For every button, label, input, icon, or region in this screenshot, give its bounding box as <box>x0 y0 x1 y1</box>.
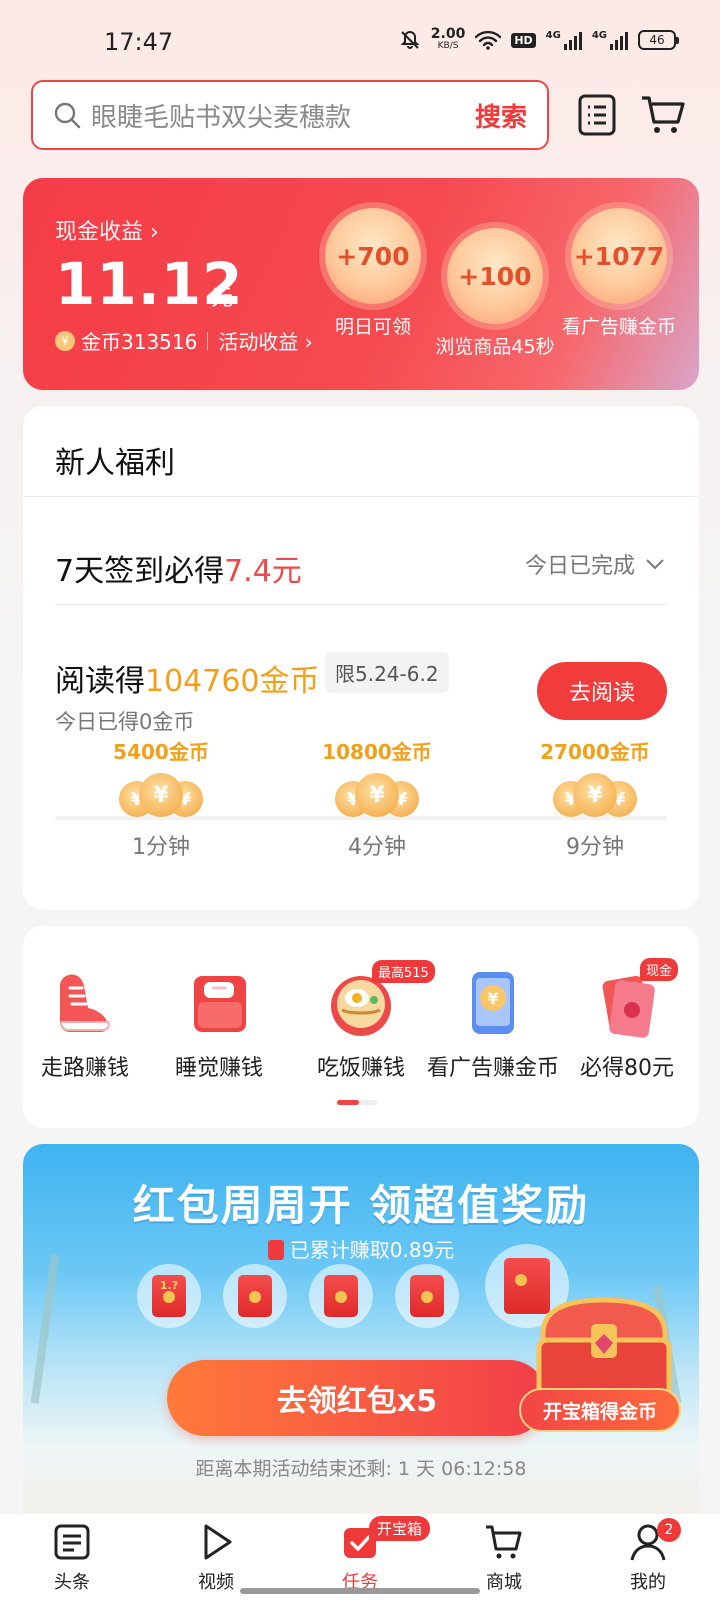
cart-icon <box>486 1525 522 1559</box>
cash-unit: 元 <box>211 286 234 311</box>
reward-label: 明日可领 <box>334 316 411 338</box>
search-placeholder: 眼睫毛贴书双尖麦穗款 <box>91 102 352 133</box>
read-task-title: 阅读得104760金币 <box>55 664 320 699</box>
red-envelope-icon <box>267 1240 284 1260</box>
claim-red-packet-button[interactable]: 去领红包x5 <box>167 1360 547 1436</box>
divider <box>55 604 667 605</box>
coin-stack-icon: ¥ ¥ ¥ <box>335 773 419 823</box>
go-read-button[interactable]: 去阅读 <box>537 662 667 720</box>
signal-1-icon: 4G <box>546 30 582 50</box>
cash-earnings-label[interactable]: 现金收益 › <box>55 214 159 246</box>
reward-bubble[interactable]: +100 <box>447 228 543 324</box>
limit-badge: 限5.24-6.2 <box>325 652 449 693</box>
banner-title: 红包周周开 领超值奖励 <box>132 1181 590 1230</box>
milestone-coins: 10800金币 <box>322 740 432 764</box>
read-today: 今日已得0金币 <box>55 710 195 734</box>
divider <box>23 496 699 497</box>
search-button[interactable]: 搜索 <box>475 97 527 134</box>
nav-news[interactable]: 头条 <box>17 1522 127 1594</box>
coin-icon: ¥ <box>55 330 75 351</box>
task-label: 睡觉赚钱 <box>174 1056 263 1081</box>
nav-video[interactable]: 视频 <box>161 1522 271 1594</box>
red-envelope-slot[interactable] <box>395 1264 459 1328</box>
list-icon[interactable] <box>578 94 616 136</box>
task-label: 看广告赚金币 <box>426 1056 559 1081</box>
activity-earnings-link[interactable]: 活动收益 › <box>218 326 312 355</box>
signal-2-icon: 4G <box>592 30 628 50</box>
red-envelope-slot[interactable]: 1.? <box>137 1264 201 1328</box>
reward-label: 浏览商品45秒 <box>435 336 555 358</box>
milestone-time: 1分钟 <box>132 835 190 860</box>
search-input[interactable]: 眼睫毛贴书双尖麦穗款 搜索 <box>31 80 549 150</box>
nav-label: 我的 <box>630 1572 666 1593</box>
reward-bubble[interactable]: +700 <box>325 208 421 304</box>
earned-total: 已累计赚取0.89元 <box>23 1234 699 1263</box>
section-title: 新人福利 <box>55 446 175 481</box>
milestone-time: 9分钟 <box>566 835 624 860</box>
nav-badge: 2 <box>657 1518 681 1542</box>
task-walk[interactable]: 走路赚钱 <box>17 966 153 1082</box>
battery-icon: 46 <box>638 30 679 50</box>
milestone: 10800金币 ¥ ¥ ¥ 4分钟 <box>307 736 447 861</box>
red-envelope-slot[interactable] <box>223 1264 287 1328</box>
status-time: 17:47 <box>104 28 174 56</box>
phone-coin-icon: ¥ <box>456 966 530 1040</box>
nav-tasks[interactable]: 任务 开宝箱 <box>305 1516 431 1594</box>
reward-tomorrow[interactable]: +700 <box>325 208 421 304</box>
milestone-coins: 27000金币 <box>540 740 650 764</box>
home-indicator[interactable] <box>240 1588 480 1594</box>
bed-icon <box>182 966 256 1040</box>
task-badge: 现金 <box>640 958 679 981</box>
activity-countdown: 距离本期活动结束还剩: 1 天 06:12:58 <box>195 1458 527 1480</box>
net-speed: 2.00 KB/S <box>430 26 466 51</box>
coin-balance-row[interactable]: ¥ 金币313516 活动收益 › <box>55 326 313 355</box>
separator <box>207 331 209 350</box>
red-envelope-icon: 现金 <box>590 958 679 1040</box>
status-icons: 2.00 KB/S HD 4G 4G 46 <box>399 26 679 52</box>
palm-tree-decoration <box>30 1254 60 1404</box>
reward-browse[interactable]: +100 <box>447 228 543 324</box>
shoe-icon <box>48 966 122 1040</box>
coin-stack-icon: ¥ ¥ ¥ <box>553 773 637 823</box>
cash-earnings-card[interactable]: 现金收益 › 11.12 元 ¥ 金币313516 活动收益 › +700 明日… <box>23 178 699 390</box>
reward-label: 看广告赚金币 <box>561 316 676 338</box>
svg-text:¥: ¥ <box>487 989 498 1008</box>
task-label: 走路赚钱 <box>40 1056 129 1081</box>
signin-status[interactable]: 今日已完成 <box>525 548 665 580</box>
earn-tasks-card: 走路赚钱 睡觉赚钱 最高515 吃饭赚钱 ¥ 看广告赚金币 现金 必得80元 <box>23 926 699 1128</box>
task-label: 必得80元 <box>580 1056 674 1081</box>
cart-icon[interactable] <box>640 94 686 136</box>
coin-balance: 金币313516 <box>81 330 198 354</box>
milestone: 5400金币 ¥ ¥ ¥ 1分钟 <box>91 736 231 861</box>
milestone-coins: 5400金币 <box>113 740 209 764</box>
milestone-time: 4分钟 <box>348 835 406 860</box>
chevron-down-icon <box>646 559 664 570</box>
task-ad[interactable]: ¥ 看广告赚金币 <box>425 966 561 1082</box>
play-icon <box>204 1524 232 1560</box>
news-icon <box>54 1524 90 1560</box>
mute-bell-icon <box>400 30 420 49</box>
reward-bubble[interactable]: +1077 <box>571 208 667 304</box>
milestone: 27000金币 ¥ ¥ ¥ 9分钟 <box>525 736 665 861</box>
coin-stack-icon: ¥ ¥ ¥ <box>119 773 203 823</box>
food-bowl-icon: 最高515 <box>324 960 435 1040</box>
task-eat[interactable]: 最高515 吃饭赚钱 <box>293 960 435 1082</box>
hd-icon: HD <box>511 32 536 48</box>
open-chest-button[interactable]: 开宝箱得金币 <box>519 1388 681 1432</box>
page-indicator <box>337 1100 377 1105</box>
red-packet-banner[interactable]: 红包周周开 领超值奖励 已累计赚取0.89元 1.? 去领红包x5 开宝箱得金币… <box>23 1144 699 1514</box>
newcomer-benefits-card: 新人福利 7天签到必得7.4元 今日已完成 阅读得104760金币 限5.24-… <box>23 406 699 910</box>
nav-me[interactable]: 我的 2 <box>593 1518 703 1594</box>
task-sleep[interactable]: 睡觉赚钱 <box>151 966 287 1082</box>
nav-badge: 开宝箱 <box>369 1516 431 1541</box>
task-80yuan[interactable]: 现金 必得80元 <box>559 958 695 1082</box>
wifi-icon <box>475 30 502 50</box>
nav-label: 头条 <box>54 1572 90 1593</box>
reward-ad[interactable]: +1077 <box>571 208 667 304</box>
nav-mall[interactable]: 商城 <box>449 1522 559 1594</box>
task-label: 吃饭赚钱 <box>316 1056 405 1081</box>
red-envelope-slot[interactable] <box>309 1264 373 1328</box>
search-icon <box>54 102 81 129</box>
signin-title: 7天签到必得7.4元 <box>55 554 302 589</box>
